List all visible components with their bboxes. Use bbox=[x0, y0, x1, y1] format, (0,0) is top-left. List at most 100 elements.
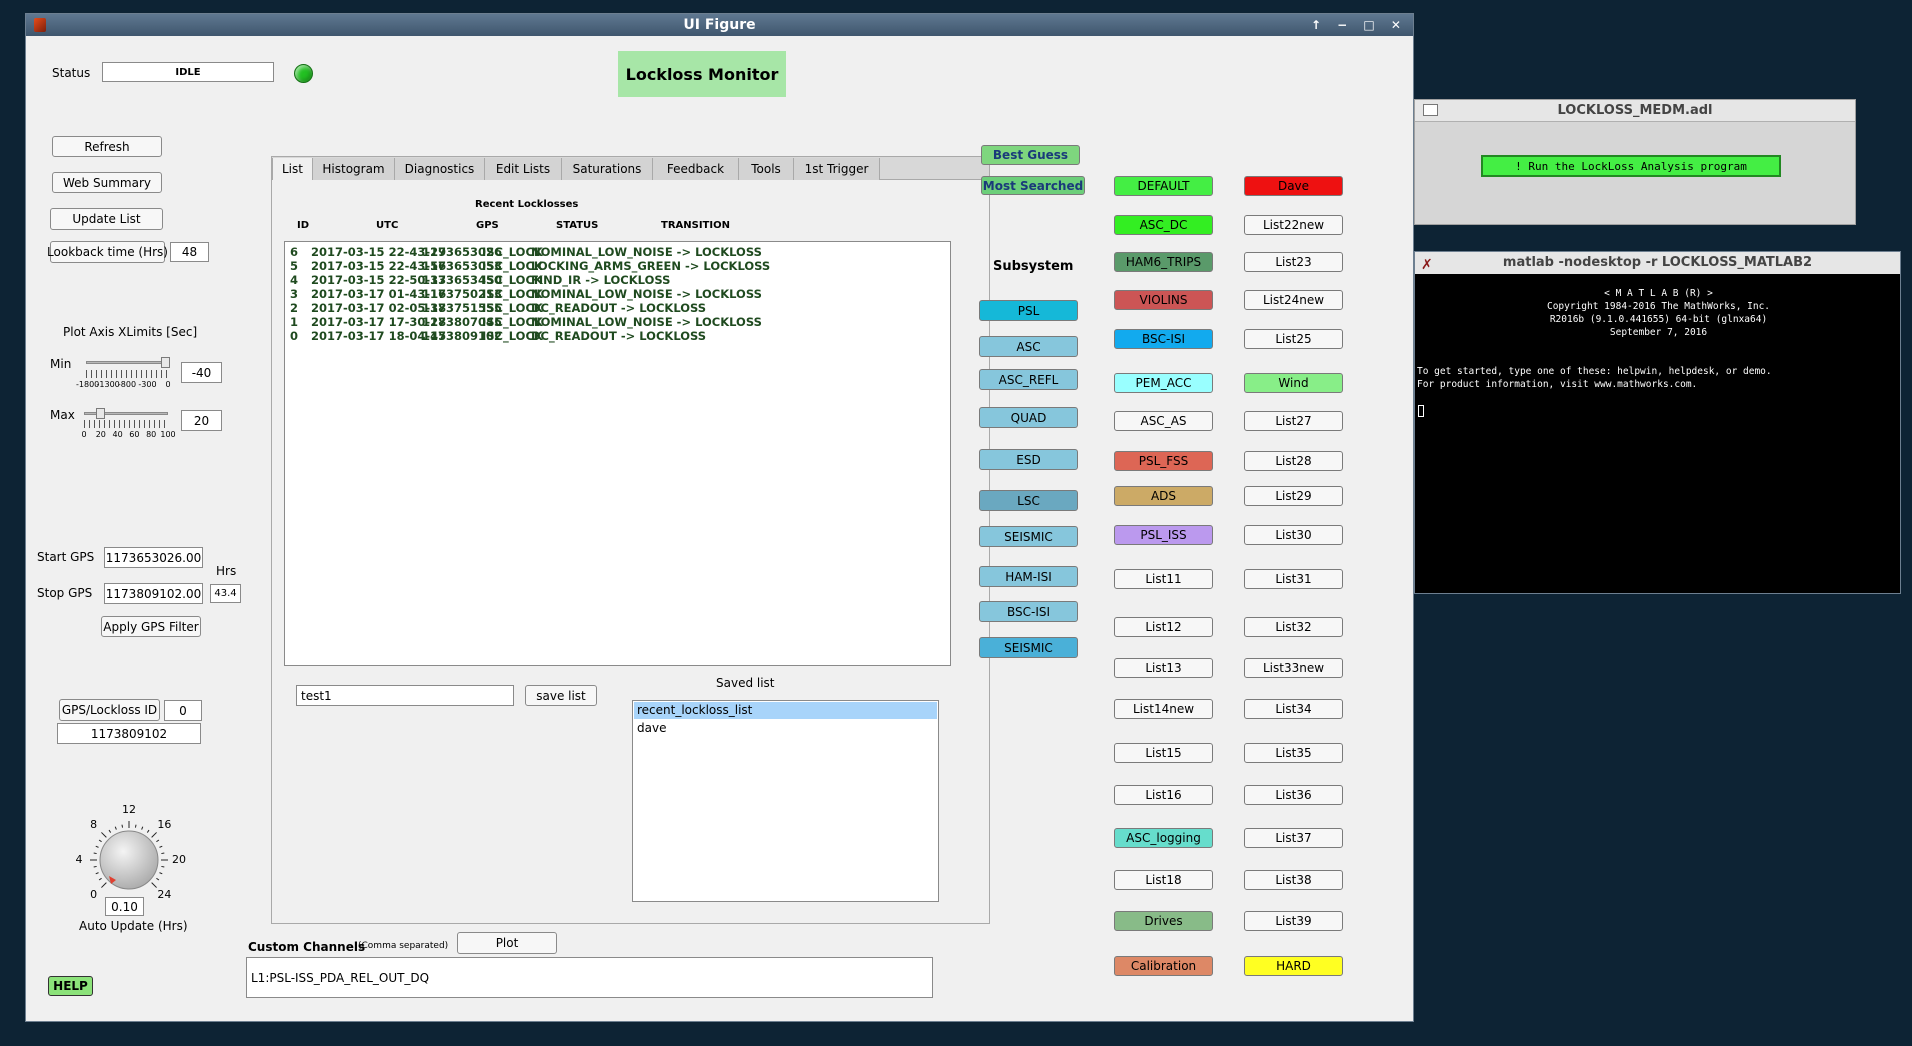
run-lockloss-analysis-button[interactable]: ! Run the LockLoss Analysis program bbox=[1481, 155, 1781, 177]
list-button-hard[interactable]: HARD bbox=[1244, 956, 1343, 976]
subsystem-button-seismic[interactable]: SEISMIC bbox=[979, 526, 1078, 547]
list-button-calibration[interactable]: Calibration bbox=[1114, 956, 1213, 976]
list-button-drives[interactable]: Drives bbox=[1114, 911, 1213, 931]
subsystem-button-quad[interactable]: QUAD bbox=[979, 407, 1078, 428]
window-titlebar[interactable]: UI Figure ↑ − □ ✕ bbox=[26, 14, 1413, 36]
medm-titlebar[interactable]: LOCKLOSS_MEDM.adl bbox=[1415, 100, 1855, 122]
subsystem-button-ham-isi[interactable]: HAM-ISI bbox=[979, 566, 1078, 587]
min-slider-track[interactable] bbox=[86, 361, 168, 364]
table-row[interactable]: 6 2017-03-15 22-43-29 1173653026 ISC_LOCK NO… bbox=[290, 245, 940, 259]
saved-list-listbox[interactable]: recent_lockloss_list dave bbox=[632, 700, 939, 902]
min-value-input[interactable]: -40 bbox=[181, 362, 222, 383]
list-button-list33new[interactable]: List33new bbox=[1244, 658, 1343, 678]
refresh-button[interactable]: Refresh bbox=[52, 136, 162, 157]
plot-button[interactable]: Plot bbox=[457, 932, 557, 954]
list-button-wind[interactable]: Wind bbox=[1244, 373, 1343, 393]
subsystem-button-psl[interactable]: PSL bbox=[979, 300, 1078, 321]
lockloss-listbox[interactable]: 6 2017-03-15 22-43-29 1173653026 ISC_LOCK NO… bbox=[284, 241, 951, 666]
list-button-list15[interactable]: List15 bbox=[1114, 743, 1213, 763]
table-row[interactable]: 3 2017-03-17 01-43-16 1173750213 ISC_LOCK NO… bbox=[290, 287, 940, 301]
list-button-psl-iss[interactable]: PSL_ISS bbox=[1114, 525, 1213, 545]
subsystem-button-asc[interactable]: ASC bbox=[979, 336, 1078, 357]
lookback-time-button[interactable]: Lookback time (Hrs) bbox=[47, 241, 168, 263]
tab-feedback[interactable]: Feedback bbox=[653, 158, 739, 181]
gps-lockloss-id-input[interactable]: 0 bbox=[164, 700, 202, 721]
list-button-list11[interactable]: List11 bbox=[1114, 569, 1213, 589]
best-guess-button[interactable]: Best Guess bbox=[981, 145, 1080, 165]
list-button-psl-fss[interactable]: PSL_FSS bbox=[1114, 451, 1213, 471]
tab-list[interactable]: List bbox=[272, 158, 313, 182]
save-list-button[interactable]: save list bbox=[525, 685, 597, 706]
list-button-list34[interactable]: List34 bbox=[1244, 699, 1343, 719]
gps-value-field[interactable]: 1173809102 bbox=[57, 723, 201, 744]
list-button-list37[interactable]: List37 bbox=[1244, 828, 1343, 848]
tab-1st-trigger[interactable]: 1st Trigger bbox=[794, 158, 880, 181]
list-button-list12[interactable]: List12 bbox=[1114, 617, 1213, 637]
list-button-dave[interactable]: Dave bbox=[1244, 176, 1343, 196]
subsystem-button-asc-refl[interactable]: ASC_REFL bbox=[979, 369, 1078, 390]
list-button-violins[interactable]: VIOLINS bbox=[1114, 290, 1213, 310]
table-row[interactable]: 1 2017-03-17 17-30-28 1173807045 ISC_LOCK NO… bbox=[290, 315, 940, 329]
subsystem-button-seismic[interactable]: SEISMIC bbox=[979, 637, 1078, 658]
list-button-list32[interactable]: List32 bbox=[1244, 617, 1343, 637]
subsystem-button-bsc-isi[interactable]: BSC-ISI bbox=[979, 601, 1078, 622]
list-button-ham6-trips[interactable]: HAM6_TRIPS bbox=[1114, 252, 1213, 272]
tab-edit-lists[interactable]: Edit Lists bbox=[485, 158, 562, 181]
list-button-list23[interactable]: List23 bbox=[1244, 252, 1343, 272]
max-value-input[interactable]: 20 bbox=[181, 410, 222, 431]
help-button[interactable]: HELP bbox=[48, 976, 93, 996]
list-button-list35[interactable]: List35 bbox=[1244, 743, 1343, 763]
most-searched-button[interactable]: Most Searched bbox=[981, 176, 1085, 195]
list-button-list27[interactable]: List27 bbox=[1244, 411, 1343, 431]
cell-transition: NOMINAL_LOW_NOISE -> LOCKLOSS bbox=[531, 245, 762, 259]
list-button-ads[interactable]: ADS bbox=[1114, 486, 1213, 506]
list-button-asc-logging[interactable]: ASC_logging bbox=[1114, 828, 1213, 848]
saved-list-item-selected[interactable]: recent_lockloss_list bbox=[634, 702, 937, 719]
apply-gps-filter-button[interactable]: Apply GPS Filter bbox=[101, 616, 201, 637]
list-button-asc-dc[interactable]: ASC_DC bbox=[1114, 215, 1213, 235]
list-button-list31[interactable]: List31 bbox=[1244, 569, 1343, 589]
list-button-list25[interactable]: List25 bbox=[1244, 329, 1343, 349]
max-slider-thumb[interactable] bbox=[95, 408, 105, 419]
table-row[interactable]: 5 2017-03-15 22-43-56 1173653053 ISC_LOCK LO… bbox=[290, 259, 940, 273]
auto-update-value[interactable]: 0.10 bbox=[105, 897, 144, 916]
list-button-list38[interactable]: List38 bbox=[1244, 870, 1343, 890]
list-button-list24new[interactable]: List24new bbox=[1244, 290, 1343, 310]
custom-channels-input[interactable]: L1:PSL-ISS_PDA_REL_OUT_DQ bbox=[246, 957, 933, 998]
tab-histogram[interactable]: Histogram bbox=[313, 158, 395, 181]
list-button-bsc-isi[interactable]: BSC-ISI bbox=[1114, 329, 1213, 349]
lookback-time-input[interactable]: 48 bbox=[170, 242, 209, 262]
list-button-list13[interactable]: List13 bbox=[1114, 658, 1213, 678]
list-button-list16[interactable]: List16 bbox=[1114, 785, 1213, 805]
list-button-list18[interactable]: List18 bbox=[1114, 870, 1213, 890]
list-button-list29[interactable]: List29 bbox=[1244, 486, 1343, 506]
list-button-list39[interactable]: List39 bbox=[1244, 911, 1343, 931]
list-button-list30[interactable]: List30 bbox=[1244, 525, 1343, 545]
stop-gps-input[interactable]: 1173809102.00 bbox=[104, 583, 203, 604]
gps-lockloss-id-button[interactable]: GPS/Lockloss ID bbox=[59, 699, 160, 721]
table-row[interactable]: 0 2017-03-17 18-04-45 1173809102 ISC_LOCK DC… bbox=[290, 329, 940, 343]
terminal-cursor[interactable] bbox=[1418, 405, 1424, 417]
list-button-asc-as[interactable]: ASC_AS bbox=[1114, 411, 1213, 431]
terminal-titlebar[interactable]: ✗ matlab -nodesktop -r LOCKLOSS_MATLAB2 bbox=[1415, 252, 1900, 274]
list-button-list28[interactable]: List28 bbox=[1244, 451, 1343, 471]
table-row[interactable]: 4 2017-03-15 22-50-33 1173653450 ISC_LOCK FI… bbox=[290, 273, 940, 287]
tab-diagnostics[interactable]: Diagnostics bbox=[395, 158, 485, 181]
subsystem-button-esd[interactable]: ESD bbox=[979, 449, 1078, 470]
list-name-input[interactable]: test1 bbox=[296, 685, 514, 706]
tab-tools[interactable]: Tools bbox=[739, 158, 794, 181]
list-button-default[interactable]: DEFAULT bbox=[1114, 176, 1213, 196]
list-button-list36[interactable]: List36 bbox=[1244, 785, 1343, 805]
min-slider-thumb[interactable] bbox=[161, 357, 171, 368]
list-button-pem-acc[interactable]: PEM_ACC bbox=[1114, 373, 1213, 393]
saved-list-item[interactable]: dave bbox=[634, 720, 937, 737]
start-gps-input[interactable]: 1173653026.00 bbox=[104, 547, 203, 568]
table-row[interactable]: 2 2017-03-17 02-05-38 1173751555 ISC_LOCK DC… bbox=[290, 301, 940, 315]
list-button-list14new[interactable]: List14new bbox=[1114, 699, 1213, 719]
window-controls[interactable]: ↑ − □ ✕ bbox=[1311, 14, 1407, 36]
web-summary-button[interactable]: Web Summary bbox=[52, 172, 162, 193]
list-button-list22new[interactable]: List22new bbox=[1244, 215, 1343, 235]
update-list-button[interactable]: Update List bbox=[50, 208, 163, 230]
subsystem-button-lsc[interactable]: LSC bbox=[979, 490, 1078, 511]
tab-saturations[interactable]: Saturations bbox=[562, 158, 653, 181]
